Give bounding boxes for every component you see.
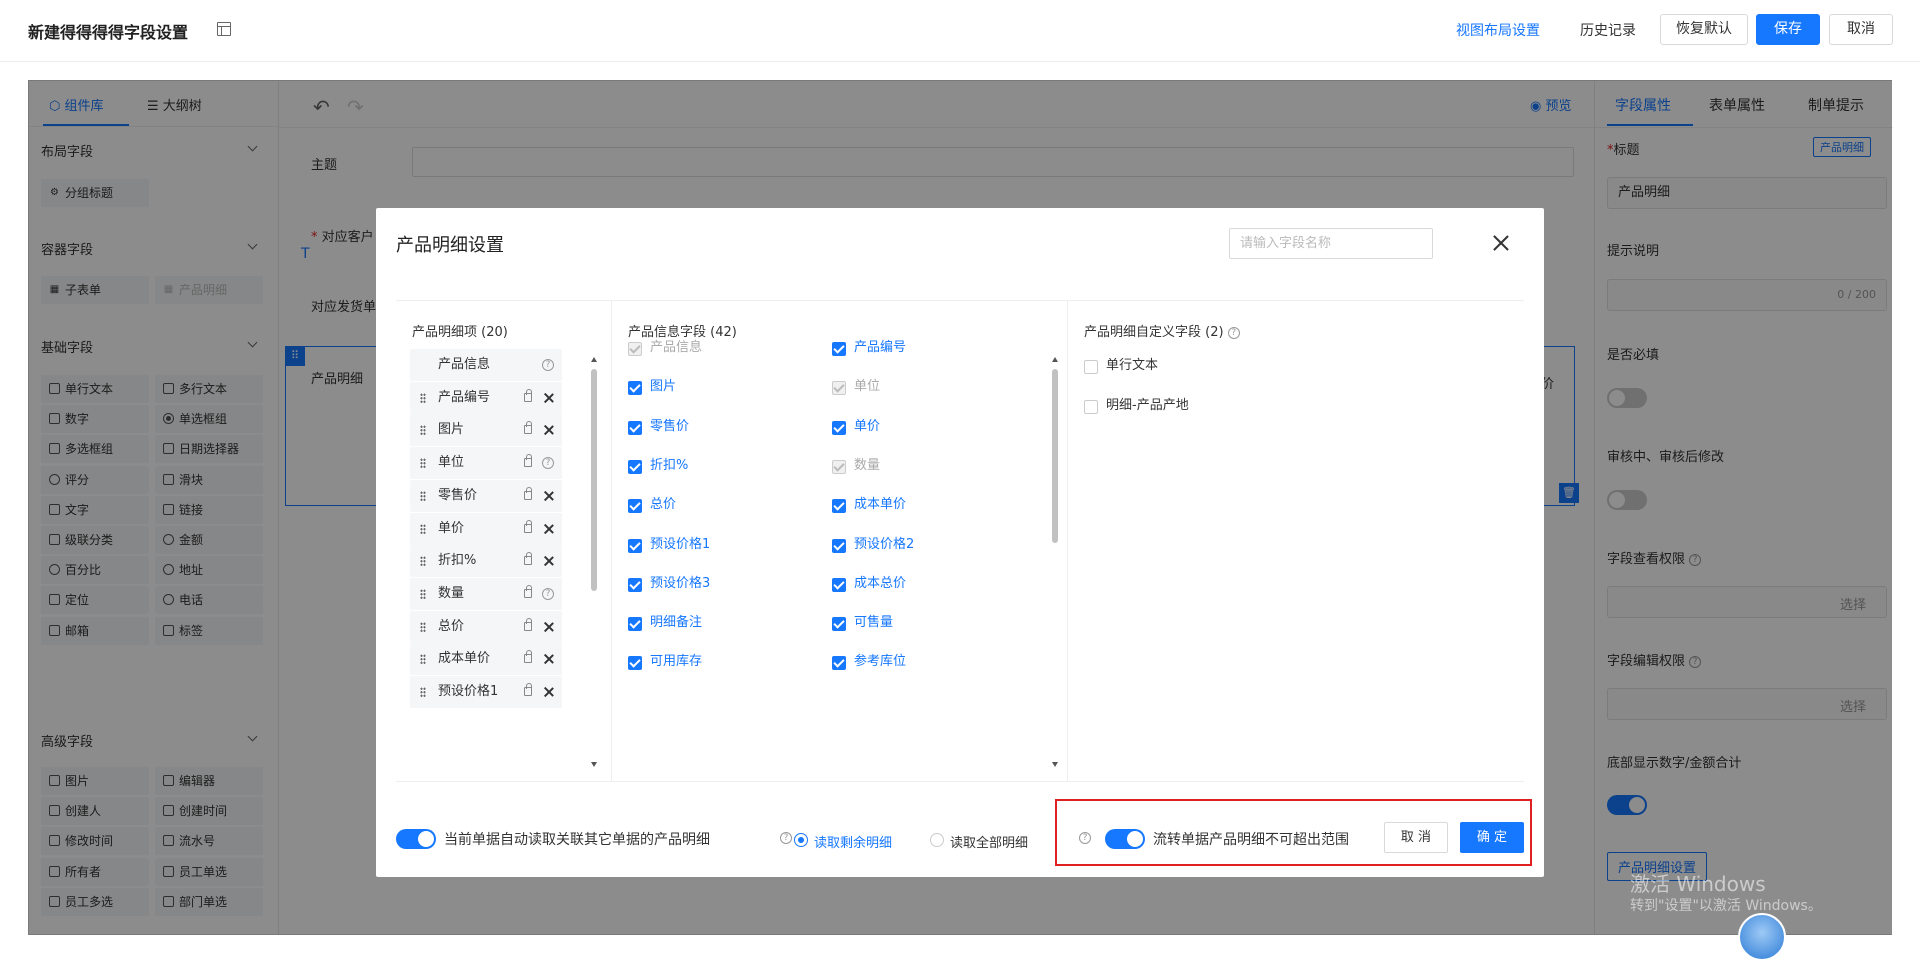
remove-icon[interactable] [544, 654, 554, 664]
save-button[interactable]: 保存 [1756, 14, 1820, 45]
layout-setting-link[interactable]: 视图布局设置 [1456, 20, 1540, 40]
lock-icon[interactable] [524, 552, 532, 566]
layout-icon[interactable] [217, 22, 231, 36]
modal-title: 产品明细设置 [396, 235, 504, 256]
drag-handle-icon[interactable] [420, 588, 426, 600]
scrollbar[interactable] [1051, 357, 1059, 767]
remove-icon[interactable] [544, 393, 554, 403]
remove-icon[interactable] [544, 622, 554, 632]
info-field-checkbox[interactable]: 明细备注 [628, 615, 702, 632]
info-field-checkbox: 产品信息 [628, 340, 702, 356]
detail-item[interactable]: 数量? [410, 577, 562, 610]
info-field-checkbox[interactable]: 总价 [628, 497, 676, 514]
modal-body: 产品明细项 (20) 产品信息字段 (42) 产品明细自定义字段 (2) ? 产… [396, 300, 1524, 782]
lock-icon[interactable] [524, 388, 532, 402]
col-detail-items-header: 产品明细项 (20) [412, 325, 508, 340]
col-info-fields-header: 产品信息字段 (42) [628, 325, 737, 340]
drag-handle-icon[interactable] [420, 556, 426, 568]
info-field-checkbox[interactable]: 预设价格1 [628, 537, 710, 553]
lock-icon[interactable] [524, 683, 532, 696]
field-search-input[interactable]: 请输入字段名称 [1229, 228, 1433, 259]
drag-handle-icon[interactable] [420, 523, 426, 535]
custom-field-checkbox[interactable]: 单行文本 [1084, 358, 1158, 374]
detail-item[interactable]: 产品编号 [410, 381, 562, 414]
cancel-button[interactable]: 取消 [1829, 14, 1893, 45]
info-field-checkbox[interactable]: 图片 [628, 379, 676, 396]
drag-handle-icon[interactable] [420, 687, 426, 698]
product-detail-modal: 产品明细设置 请输入字段名称 产品明细项 (20) 产品信息字段 (42) 产品… [376, 208, 1544, 877]
info-field-checkbox[interactable]: 可用库存 [628, 654, 702, 671]
page-title: 新建得得得得字段设置 [28, 23, 189, 42]
help-icon[interactable]: ? [1227, 326, 1240, 339]
detail-item[interactable]: 图片 [410, 414, 562, 447]
close-icon[interactable] [1491, 233, 1511, 253]
remove-icon[interactable] [544, 556, 554, 566]
scrollbar[interactable] [590, 357, 598, 767]
detail-item[interactable]: 产品信息? [410, 349, 562, 381]
divider [1067, 301, 1068, 781]
auto-read-label: 当前单据自动读取关联其它单据的产品明细 [444, 832, 710, 848]
modal-cancel-button[interactable]: 取 消 [1384, 822, 1448, 853]
info-field-checkbox[interactable]: 产品编号 [832, 340, 906, 356]
drag-handle-icon[interactable] [420, 458, 426, 470]
info-field-checkbox[interactable]: 单价 [832, 419, 880, 435]
flow-limit-label: 流转单据产品明细不可超出范围 [1153, 832, 1349, 848]
drag-handle-icon[interactable] [420, 490, 426, 502]
detail-item[interactable]: 单位? [410, 447, 562, 480]
drag-handle-icon[interactable] [420, 654, 426, 666]
restore-default-button[interactable]: 恢复默认 [1660, 14, 1748, 45]
info-field-checkbox[interactable]: 参考库位 [832, 654, 906, 671]
modal-confirm-button[interactable]: 确 定 [1460, 822, 1524, 853]
help-icon[interactable]: ? [542, 359, 554, 371]
lock-icon[interactable] [524, 617, 532, 631]
help-icon[interactable]: ? [780, 832, 792, 844]
windows-watermark-title: 激活 Windows [1630, 872, 1766, 896]
info-field-checkbox[interactable]: 折扣% [628, 458, 688, 474]
custom-field-checkbox[interactable]: 明细-产品产地 [1084, 398, 1189, 414]
lock-icon[interactable] [524, 519, 532, 533]
remove-icon[interactable] [544, 687, 554, 697]
help-icon[interactable]: ? [1079, 832, 1091, 844]
radio-read-remaining[interactable]: 读取剩余明细 [794, 832, 892, 851]
drag-handle-icon[interactable] [420, 621, 426, 633]
detail-item[interactable]: 总价 [410, 610, 562, 643]
remove-icon[interactable] [544, 524, 554, 534]
top-bar: 新建得得得得字段设置 视图布局设置 历史记录 恢复默认 保存 取消 [0, 0, 1920, 62]
detail-item[interactable]: 零售价 [410, 479, 562, 512]
info-field-checkbox[interactable]: 成本总价 [832, 576, 906, 592]
divider [611, 301, 612, 781]
lock-icon[interactable] [524, 486, 532, 500]
info-field-checkbox: 单位 [832, 379, 880, 396]
auto-read-toggle[interactable] [396, 829, 436, 849]
info-field-checkbox[interactable]: 零售价 [628, 419, 689, 435]
detail-item[interactable]: 预设价格1 [410, 676, 562, 708]
help-icon[interactable]: ? [542, 587, 554, 600]
col-custom-fields-header: 产品明细自定义字段 (2) ? [1084, 321, 1240, 340]
info-field-checkbox[interactable]: 预设价格2 [832, 537, 914, 553]
help-icon[interactable]: ? [542, 457, 554, 470]
detail-item[interactable]: 折扣% [410, 545, 562, 578]
assistant-float-icon[interactable] [1738, 913, 1786, 961]
history-link[interactable]: 历史记录 [1580, 20, 1636, 40]
windows-watermark-subtitle: 转到"设置"以激活 Windows。 [1630, 898, 1822, 914]
detail-item[interactable]: 单价 [410, 512, 562, 545]
info-field-checkbox[interactable]: 可售量 [832, 615, 893, 632]
lock-icon[interactable] [524, 650, 532, 664]
lock-icon[interactable] [524, 584, 532, 598]
remove-icon[interactable] [544, 425, 554, 435]
lock-icon[interactable] [524, 454, 532, 468]
info-field-checkbox[interactable]: 成本单价 [832, 497, 906, 514]
lock-icon[interactable] [524, 421, 532, 435]
drag-handle-icon[interactable] [420, 392, 426, 404]
remove-icon[interactable] [544, 491, 554, 501]
flow-limit-toggle[interactable] [1105, 829, 1145, 849]
info-field-checkbox[interactable]: 预设价格3 [628, 576, 710, 592]
drag-handle-icon[interactable] [420, 425, 426, 437]
radio-read-all[interactable]: 读取全部明细 [930, 832, 1028, 851]
info-field-checkbox: 数量 [832, 458, 880, 474]
detail-item[interactable]: 成本单价 [410, 643, 562, 676]
